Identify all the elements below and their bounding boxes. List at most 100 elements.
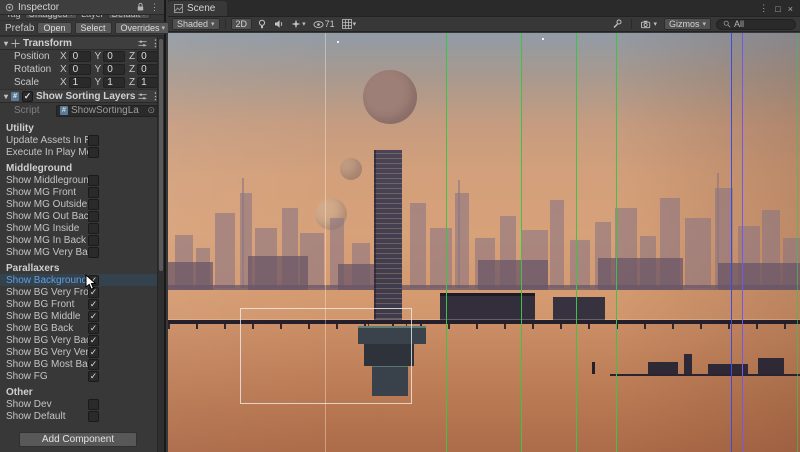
search-text: All: [734, 19, 745, 29]
gizmos-dropdown[interactable]: Gizmos ▾: [663, 18, 711, 30]
component-enabled-checkbox[interactable]: ✓: [22, 90, 34, 102]
lightbulb-icon: [258, 19, 266, 29]
property-label: Show MG Outside: [6, 198, 88, 210]
row-label: Rotation: [14, 64, 52, 75]
wrench-icon: [613, 19, 622, 28]
checkbox[interactable]: [88, 234, 99, 246]
effects-dropdown[interactable]: ▾: [289, 18, 308, 30]
checkbox[interactable]: [88, 174, 99, 186]
add-component-button[interactable]: Add Component: [19, 432, 137, 447]
checkbox[interactable]: ✓: [88, 370, 99, 382]
presets-icon[interactable]: [138, 92, 147, 101]
transform-header[interactable]: ▾ Transform ⋮: [0, 36, 164, 50]
maximize-icon[interactable]: □: [775, 4, 780, 14]
script-object-field[interactable]: # ShowSortingLa ⊙: [56, 104, 159, 117]
axis-label[interactable]: Y: [95, 51, 102, 62]
scale-y-field[interactable]: 1: [103, 77, 126, 88]
skyline-tower: [430, 228, 452, 288]
checkbox[interactable]: [88, 222, 99, 234]
inspector-scrollbar[interactable]: [157, 37, 164, 452]
property-row: Show BG Middle ✓: [0, 310, 164, 322]
checkbox[interactable]: ✓: [88, 322, 99, 334]
checkbox[interactable]: [88, 146, 99, 158]
eye-icon: [313, 20, 324, 28]
position-x-field[interactable]: 0: [68, 51, 91, 62]
prefab-select-button[interactable]: Select: [74, 22, 112, 34]
section-header: Other: [6, 387, 33, 398]
checkbox[interactable]: [88, 210, 99, 222]
prefab-overrides-dropdown[interactable]: Overrides ▾: [114, 22, 172, 34]
property-row: Show Background ✓: [0, 274, 164, 286]
checkbox[interactable]: [88, 134, 99, 146]
property-label: Show BG Middle: [6, 310, 81, 322]
panel-menu-icon[interactable]: ⋮: [759, 3, 768, 14]
guide-line: [521, 33, 522, 452]
shading-mode-dropdown[interactable]: Shaded ▾: [172, 18, 220, 30]
property-row: Execute In Play Mode: [0, 146, 164, 158]
scene-viewport[interactable]: [168, 33, 800, 452]
rotation-z-field[interactable]: 0: [137, 64, 159, 75]
property-row: Show BG Very Front✓: [0, 286, 164, 298]
property-label: Show MG Out Back: [6, 210, 88, 222]
moon: [363, 70, 417, 124]
checkbox[interactable]: [88, 198, 99, 210]
row-label: Position: [14, 51, 50, 62]
checkbox[interactable]: ✓: [88, 298, 99, 310]
axis-label[interactable]: Z: [129, 51, 135, 62]
checkbox[interactable]: [88, 398, 99, 410]
camera-dropdown[interactable]: ▾: [639, 18, 659, 30]
tag-dropdown[interactable]: Untagged▾: [24, 15, 78, 19]
grid-dropdown[interactable]: ▾: [340, 18, 359, 30]
axis-label[interactable]: Z: [129, 64, 135, 75]
presets-icon[interactable]: [138, 39, 147, 48]
property-row: Show MG Front: [0, 186, 164, 198]
checkbox[interactable]: ✓: [88, 346, 99, 358]
section-header: Utility: [6, 123, 34, 134]
audio-toggle[interactable]: [272, 18, 286, 30]
axis-label[interactable]: Y: [95, 64, 102, 75]
mouse-cursor: [85, 274, 97, 290]
script-component-header[interactable]: ▾ # ✓ Show Sorting Layers (S ⋮: [0, 89, 164, 103]
scrollbar-thumb[interactable]: [159, 39, 163, 271]
scale-z-field[interactable]: 1: [137, 77, 159, 88]
scene-panel: Scene ⋮ □ × Shaded ▾ 2D ▾ 71 ▾ ▾ Gizmos …: [168, 0, 800, 452]
lock-icon[interactable]: [136, 2, 145, 12]
rotation-x-field[interactable]: 0: [68, 64, 91, 75]
property-label: Show MG Inside: [6, 222, 80, 234]
foldout-icon[interactable]: ▾: [4, 39, 8, 48]
position-y-field[interactable]: 0: [103, 51, 126, 62]
tab-scene[interactable]: Scene: [168, 1, 228, 16]
checkbox[interactable]: ✓: [88, 334, 99, 346]
axis-label[interactable]: X: [60, 77, 67, 88]
axis-label[interactable]: Z: [129, 77, 135, 88]
scale-x-field[interactable]: 1: [68, 77, 91, 88]
2d-toggle[interactable]: 2D: [230, 18, 253, 30]
panel-menu-icon[interactable]: ⋮: [150, 2, 159, 13]
checkbox[interactable]: ✓: [88, 310, 99, 322]
inspector-titlebar: Inspector ⋮: [0, 0, 164, 15]
property-row: Show Default: [0, 410, 164, 422]
axis-label[interactable]: X: [60, 51, 67, 62]
checkbox[interactable]: [88, 410, 99, 422]
lighting-toggle[interactable]: [255, 18, 269, 30]
scene-tools-toggle[interactable]: [610, 18, 624, 30]
script-field-row: Script # ShowSortingLa ⊙: [0, 103, 164, 118]
rotation-y-field[interactable]: 0: [103, 64, 126, 75]
checkbox[interactable]: [88, 246, 99, 258]
checkbox[interactable]: [88, 186, 99, 198]
close-icon[interactable]: ×: [788, 4, 793, 14]
position-z-field[interactable]: 0: [137, 51, 159, 62]
tag-label: Tag: [6, 15, 21, 19]
foldout-icon[interactable]: ▾: [4, 92, 8, 101]
layer-dropdown[interactable]: Default▾: [107, 15, 150, 19]
axis-label[interactable]: X: [60, 64, 67, 75]
property-row: Show MG In Back: [0, 234, 164, 246]
script-icon: #: [11, 91, 20, 101]
scene-search-field[interactable]: All: [716, 18, 796, 30]
scene-visibility-toggle[interactable]: 71: [311, 18, 337, 30]
object-picker-icon[interactable]: ⊙: [147, 106, 155, 116]
selection-outline: [240, 308, 412, 404]
axis-label[interactable]: Y: [95, 77, 102, 88]
checkbox[interactable]: ✓: [88, 358, 99, 370]
prefab-open-button[interactable]: Open: [37, 22, 72, 34]
